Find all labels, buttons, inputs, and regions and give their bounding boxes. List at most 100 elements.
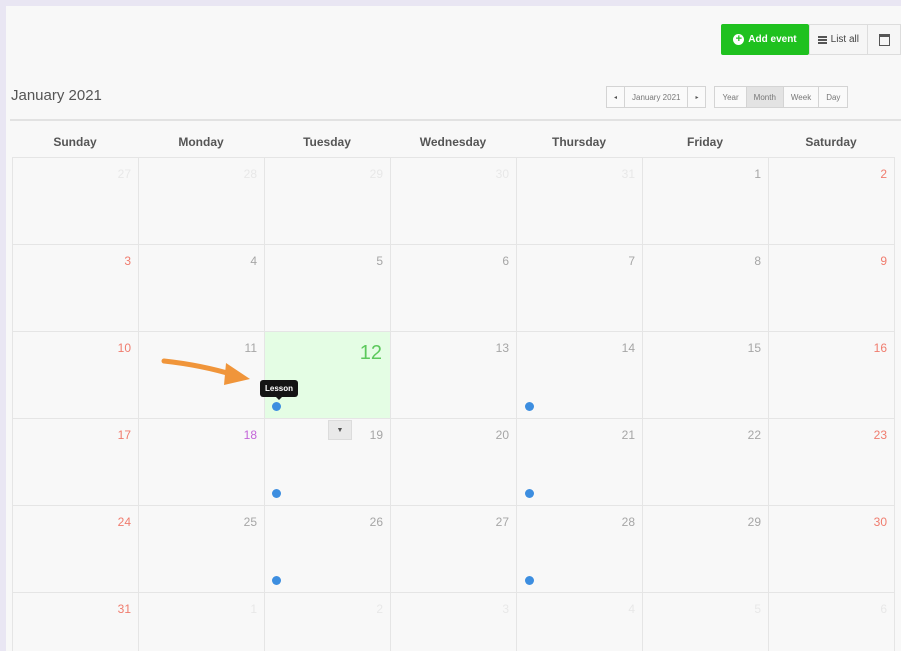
day-number: 31 (621, 167, 635, 181)
calendar-app: + Add event List all January 2021 ◂ Janu… (6, 6, 901, 651)
day-cell-today[interactable]: 12 (265, 332, 391, 419)
day-cell[interactable]: 20 (391, 419, 517, 506)
view-week-button[interactable]: Week (782, 86, 820, 108)
weekday-friday: Friday (686, 135, 723, 149)
day-number: 9 (880, 254, 887, 268)
day-cell[interactable]: 3 (391, 593, 517, 651)
current-month-label[interactable]: January 2021 (624, 86, 689, 108)
day-cell[interactable]: 25 (139, 506, 265, 593)
day-cell[interactable]: 31 (517, 158, 643, 245)
day-cell[interactable]: 5 (643, 593, 769, 651)
day-number: 6 (502, 254, 509, 268)
day-cell[interactable]: 27 (391, 506, 517, 593)
day-cell[interactable]: 1 (643, 158, 769, 245)
day-number: 25 (243, 515, 257, 529)
day-number: 17 (117, 428, 131, 442)
day-cell[interactable]: 18 (139, 419, 265, 506)
event-dot[interactable] (272, 489, 281, 498)
day-cell[interactable]: 28 (139, 158, 265, 245)
day-cell[interactable]: 23 (769, 419, 895, 506)
page-title: January 2021 (11, 87, 102, 104)
day-cell[interactable]: 1 (139, 593, 265, 651)
day-cell[interactable]: 6 (769, 593, 895, 651)
month-grid: 27 28 29 30 31 1 2 3 4 5 6 7 8 9 10 11 1… (12, 157, 895, 651)
day-cell[interactable]: 28 (517, 506, 643, 593)
day-number: 10 (117, 341, 131, 355)
day-number: 15 (747, 341, 761, 355)
day-number: 20 (495, 428, 509, 442)
view-month-button[interactable]: Month (745, 86, 784, 108)
day-number: 26 (369, 515, 383, 529)
day-cell[interactable]: 29 (643, 506, 769, 593)
day-cell[interactable]: 8 (643, 245, 769, 332)
day-cell[interactable]: 14 (517, 332, 643, 419)
list-all-button[interactable]: List all (808, 24, 868, 55)
chevron-down-icon: ▼ (336, 426, 344, 434)
day-number: 7 (628, 254, 635, 268)
day-cell[interactable]: 9 (769, 245, 895, 332)
day-cell[interactable]: 26 (265, 506, 391, 593)
day-cell[interactable]: 4 (517, 593, 643, 651)
day-cell[interactable]: 21 (517, 419, 643, 506)
day-number: 29 (747, 515, 761, 529)
add-event-label: Add event (748, 34, 797, 45)
add-event-button[interactable]: + Add event (721, 24, 809, 55)
event-dot[interactable] (272, 402, 281, 411)
day-number: 13 (495, 341, 509, 355)
day-cell[interactable]: 30 (769, 506, 895, 593)
prev-month-button[interactable]: ◂ (606, 86, 625, 108)
day-cell[interactable]: 13 (391, 332, 517, 419)
view-year-button[interactable]: Year (714, 86, 747, 108)
day-cell[interactable]: 29 (265, 158, 391, 245)
day-cell[interactable]: 2 (769, 158, 895, 245)
day-number: 14 (621, 341, 635, 355)
day-number: 4 (250, 254, 257, 268)
day-cell[interactable]: 16 (769, 332, 895, 419)
day-number: 4 (628, 602, 635, 616)
day-cell[interactable]: 2 (265, 593, 391, 651)
weekday-saturday: Saturday (805, 135, 857, 149)
day-cell[interactable]: 7 (517, 245, 643, 332)
day-cell[interactable]: 22 (643, 419, 769, 506)
day-cell[interactable]: 15 (643, 332, 769, 419)
weekday-wednesday: Wednesday (419, 135, 487, 149)
day-cell[interactable]: 3 (13, 245, 139, 332)
day-cell[interactable]: 6 (391, 245, 517, 332)
day-cell[interactable]: 4 (139, 245, 265, 332)
next-month-button[interactable]: ▸ (687, 86, 707, 108)
event-dot[interactable] (525, 402, 534, 411)
day-number: 6 (880, 602, 887, 616)
day-number: 29 (369, 167, 383, 181)
day-number: 3 (124, 254, 131, 268)
day-number: 16 (873, 341, 887, 355)
day-number: 19 (369, 428, 383, 442)
calendar-view-button[interactable] (868, 24, 901, 55)
annotation-arrow-icon (161, 358, 250, 385)
day-cell[interactable]: 10 (13, 332, 139, 419)
day-number: 8 (754, 254, 761, 268)
event-dot[interactable] (272, 576, 281, 585)
day-number: 30 (873, 515, 887, 529)
day-cell[interactable]: 5 (265, 245, 391, 332)
event-dot[interactable] (525, 489, 534, 498)
day-cell[interactable]: 17 (13, 419, 139, 506)
day-number: 27 (495, 515, 509, 529)
day-number: 30 (495, 167, 509, 181)
day-number: 1 (250, 602, 257, 616)
day-cell[interactable]: 30 (391, 158, 517, 245)
day-dropdown-toggle[interactable]: ▼ (328, 420, 352, 440)
weekday-monday: Monday (178, 135, 224, 149)
weekday-sunday: Sunday (53, 135, 97, 149)
list-icon (817, 35, 827, 44)
day-cell[interactable]: 31 (13, 593, 139, 651)
day-number: 2 (880, 167, 887, 181)
weekday-tuesday: Tuesday (303, 135, 351, 149)
day-cell[interactable]: 24 (13, 506, 139, 593)
top-toolbar: + Add event List all (721, 24, 901, 55)
event-dot[interactable] (525, 576, 534, 585)
day-cell[interactable]: 27 (13, 158, 139, 245)
day-number: 21 (621, 428, 635, 442)
day-number: 5 (754, 602, 761, 616)
day-number: 1 (754, 167, 761, 181)
view-day-button[interactable]: Day (818, 86, 849, 108)
